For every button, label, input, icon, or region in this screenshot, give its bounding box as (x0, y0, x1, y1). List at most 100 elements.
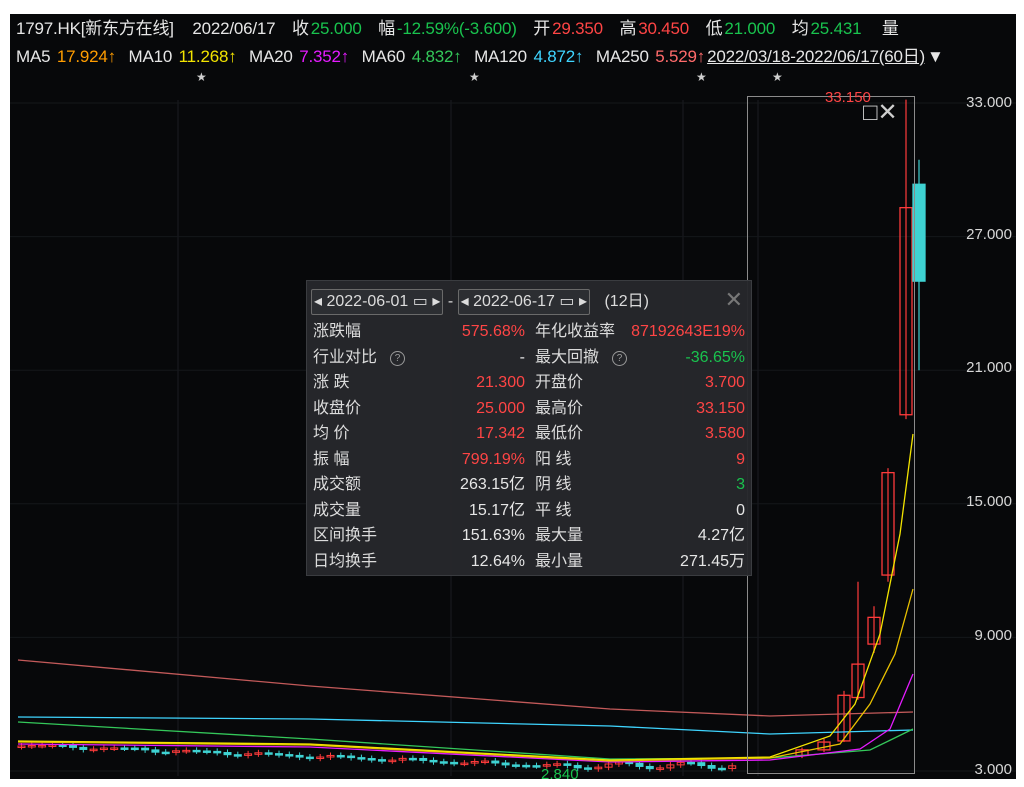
candle-body (511, 764, 520, 767)
panel-date-controls: ◂ 2022-06-01 ▭ ▸ - ◂ 2022-06-17 ▭ ▸ (12日… (311, 289, 649, 315)
start-date-picker[interactable]: ◂ 2022-06-01 ▭ ▸ (311, 289, 444, 315)
stat-value: -36.65% (685, 348, 745, 366)
candle-body (378, 759, 386, 762)
stats-row: 行业对比? - 最大回撤? -36.65% (313, 345, 745, 371)
stat-value: 17.342 (476, 425, 525, 442)
stats-row: 涨跌幅 575.68% 年化收益率 87192643E19% (313, 319, 745, 345)
low-marker-label: 2.840 (541, 766, 579, 779)
candle-body (501, 762, 510, 766)
candle-body (697, 762, 706, 767)
candle-body (161, 751, 170, 755)
calendar-icon[interactable]: ▭ (559, 293, 574, 310)
stat-label: 成交量 (313, 501, 362, 519)
candle-body (450, 761, 459, 765)
calendar-icon[interactable]: ▭ (413, 293, 428, 310)
stat-value: 4.27亿 (697, 527, 745, 544)
stats-row: 成交量 15.17亿平 线 0 (313, 498, 745, 524)
candle-body (419, 757, 428, 761)
candle-body (202, 750, 211, 753)
high-marker-label: 33.150 (825, 89, 871, 106)
stat-label: 区间换手 (313, 527, 378, 544)
stat-value: 271.45万 (680, 552, 745, 570)
stats-row: 区间换手 151.63% 最大量 4.27亿 (313, 523, 745, 549)
stat-label: 最高价 (535, 399, 584, 417)
candle-body (522, 764, 531, 768)
stat-value: 3.700 (704, 374, 745, 391)
stats-row: 日均换手 12.64% 最小量 271.45万 (313, 549, 745, 575)
stat-label: 最低价 (535, 425, 584, 442)
end-date-value: 2022-06-17 (473, 293, 555, 310)
stat-value: 87192643E19% (631, 323, 745, 340)
interval-selection-box[interactable] (747, 96, 915, 774)
stat-label: 开盘价 (535, 374, 584, 391)
interval-stats-panel: ◂ 2022-06-01 ▭ ▸ - ◂ 2022-06-17 ▭ ▸ (12日… (306, 280, 752, 576)
candle-body (687, 761, 695, 765)
span-days: (12日) (604, 293, 649, 310)
candle-body (645, 765, 654, 770)
stat-label: 均 价 (313, 425, 350, 442)
stat-label: 成交额 (313, 476, 362, 493)
candle-body (264, 752, 273, 755)
candle-body (223, 752, 232, 756)
stats-row: 均 价 17.342 最低价 3.580 (313, 421, 745, 447)
stat-label: 振 幅 (313, 450, 350, 468)
candle-body (130, 747, 139, 751)
candle-body (584, 767, 592, 770)
stat-value: 799.19% (461, 450, 525, 468)
kline-chart-frame: 1797.HK[新东方在线] 2022/06/17 收 25.000 幅 -12.5… (10, 14, 1016, 779)
stat-label: 行业对比 (313, 348, 378, 366)
candle-body (151, 749, 160, 753)
panel-close-icon[interactable]: ✕ (725, 287, 743, 313)
stat-label: 阴 线 (535, 476, 572, 493)
stat-value: 25.000 (476, 399, 525, 417)
candle-body (717, 767, 726, 771)
stats-row: 振 幅 799.19% 阳 线 9 (313, 447, 745, 473)
candle-body (305, 756, 314, 760)
stat-value: 12.64% (470, 552, 525, 570)
stat-label: 平 线 (535, 501, 572, 519)
candle-body (213, 750, 222, 754)
stats-row: 收盘价 25.000 最高价 33.150 (313, 396, 745, 422)
candle-body (532, 765, 541, 768)
candle-body (347, 755, 356, 759)
candle-body (707, 765, 716, 769)
candle-body (295, 754, 304, 758)
stats-row: 涨 跌 21.300 开盘价 3.700 (313, 370, 745, 396)
stat-value: 15.17亿 (468, 501, 525, 519)
candle-body (275, 753, 283, 756)
stat-value: 3 (736, 476, 745, 493)
y-tick-label: 9.000 (974, 627, 1012, 644)
candle-body (357, 757, 366, 760)
candle-body (408, 757, 417, 761)
stat-label: 涨跌幅 (313, 323, 362, 340)
stat-value: 3.580 (704, 425, 745, 442)
candle-body (285, 754, 294, 757)
stat-value: 0 (736, 501, 745, 519)
stat-value: 9 (736, 450, 745, 468)
stats-row: 成交额 263.15亿阴 线 3 (313, 472, 745, 498)
candle-body (491, 760, 500, 764)
stats-rows: 涨跌幅 575.68% 年化收益率 87192643E19% 行业对比? - 最大回撤? -3… (313, 319, 745, 574)
stat-label: 最大回撤 (535, 348, 600, 366)
candle-body (336, 754, 345, 758)
end-date-picker[interactable]: ◂ 2022-06-17 ▭ ▸ (457, 289, 591, 315)
candle-body (429, 759, 438, 763)
stat-label: 收盘价 (313, 399, 362, 417)
stat-value: 263.15亿 (460, 476, 525, 493)
stat-value: 21.300 (476, 374, 525, 391)
date-separator: - (447, 293, 454, 310)
candle-body (79, 746, 88, 750)
candle-body (141, 747, 150, 751)
y-tick-label: 27.000 (966, 226, 1012, 243)
y-tick-label: 3.000 (974, 761, 1012, 778)
candle-body (120, 747, 129, 750)
stat-value: 33.150 (696, 399, 745, 417)
y-tick-label: 21.000 (966, 359, 1012, 376)
stat-label: 阳 线 (535, 450, 572, 468)
candle-body (635, 762, 644, 767)
close-icon[interactable]: ✕ (878, 99, 898, 126)
candle-body (192, 749, 201, 753)
candle-body (439, 761, 448, 764)
candle-body (69, 744, 77, 748)
start-date-value: 2022-06-01 (326, 293, 409, 310)
